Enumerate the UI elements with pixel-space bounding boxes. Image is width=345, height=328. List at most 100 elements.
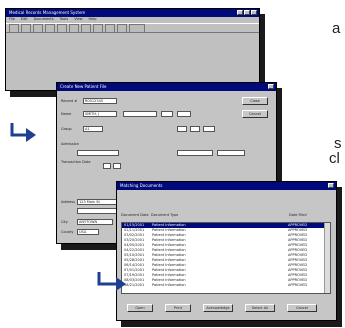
window-title: Matching Documents — [120, 183, 163, 188]
toolbar-button-9[interactable] — [105, 23, 115, 33]
toolbar-button-5[interactable] — [57, 23, 67, 33]
cell-filed: APPROVED — [288, 277, 308, 282]
trans-field-2[interactable] — [113, 163, 121, 169]
column-document-type[interactable]: Document Type — [151, 213, 178, 218]
cell-filed: APPROVED — [288, 282, 308, 287]
cell-filed: APPROVED — [288, 267, 308, 272]
menu-view[interactable]: View — [74, 18, 82, 22]
select-all-button[interactable]: Select All — [245, 304, 275, 312]
date-field-2[interactable] — [190, 126, 200, 132]
cell-type: Patient Information — [152, 232, 186, 237]
label-name: Name — [61, 112, 72, 116]
toolbar-button-10[interactable] — [117, 23, 127, 33]
cell-type: Patient Information — [152, 237, 186, 242]
open-button[interactable]: Open — [127, 304, 153, 312]
cell-filed: APPROVED — [288, 237, 308, 242]
cell-filed: APPROVED — [288, 272, 308, 277]
window-title: Medical Records Management System — [9, 10, 86, 15]
menu-file[interactable]: File — [9, 18, 15, 22]
title-bar: Matching Documents — [117, 182, 336, 190]
toolbar-button-2[interactable] — [21, 23, 31, 33]
cell-filed: APPROVED — [288, 232, 308, 237]
cell-type: Patient Information — [152, 227, 186, 232]
cell-filed: APPROVED — [288, 262, 308, 267]
menu-edit[interactable]: Edit — [21, 18, 28, 22]
column-document-date[interactable]: Document Date — [121, 213, 149, 218]
toolbar-button-6[interactable] — [69, 23, 79, 33]
cell-type: Patient Information — [152, 262, 186, 267]
cell-type: Patient Information — [152, 247, 186, 252]
maximize-icon[interactable] — [244, 10, 250, 15]
label-address: Address — [61, 200, 75, 204]
cell-type: Patient Information — [152, 252, 186, 257]
cell-type: Patient Information — [152, 257, 186, 262]
type-field[interactable] — [177, 150, 213, 156]
toolbar-button-3[interactable] — [33, 23, 43, 33]
cancel-button[interactable]: Cancel — [242, 110, 268, 118]
group-field[interactable]: A1 — [83, 126, 103, 132]
arrow-right-icon — [97, 272, 126, 291]
cell-type: Patient Information — [152, 267, 186, 272]
cell-type: Patient Information — [152, 272, 186, 277]
close-icon[interactable] — [268, 84, 274, 89]
toolbar-button-11[interactable] — [129, 23, 145, 33]
cell-date: 04/22/2001 — [124, 247, 145, 252]
column-date-filed[interactable]: Date Filed — [289, 213, 307, 218]
cell-date: 01/15/2001 — [124, 222, 145, 227]
label-county: County — [61, 230, 74, 234]
address-field-2[interactable] — [77, 208, 117, 214]
main-application-window: Medical Records Management System File E… — [5, 8, 260, 91]
toolbar-button-7[interactable] — [81, 23, 91, 33]
name-field[interactable]: SMITH, J — [83, 111, 117, 117]
cell-date: 03/02/2001 — [124, 232, 145, 237]
label-transaction: Transaction Date — [61, 160, 91, 164]
record-field[interactable]: R0012345 — [83, 98, 117, 104]
toolbar-button-1[interactable] — [9, 23, 19, 33]
cell-filed: APPROVED — [288, 242, 308, 247]
city-field[interactable]: ANYTOWN — [77, 219, 113, 225]
minimize-icon[interactable] — [237, 10, 243, 15]
suffix-field[interactable] — [177, 111, 191, 117]
arrow-right-icon — [10, 123, 36, 142]
cell-date: 05/10/2001 — [124, 252, 145, 257]
acknowledge-button[interactable]: Acknowledge — [203, 304, 233, 312]
admission-field[interactable] — [77, 150, 119, 156]
toolbar-button-4[interactable] — [45, 23, 55, 33]
cell-date: 03/20/2001 — [124, 237, 145, 242]
matching-documents-window: Matching Documents Document Date Documen… — [116, 181, 337, 321]
address-field[interactable]: 123 Main St — [77, 199, 117, 205]
edge-text-a: a — [332, 20, 341, 37]
close-button[interactable]: Close — [242, 97, 268, 105]
scrollbar[interactable] — [324, 223, 330, 293]
label-record: Record # — [61, 99, 78, 103]
column-headers: Document Date Document Type Date Filed — [121, 213, 332, 220]
date-field-1[interactable] — [177, 126, 187, 132]
document-list[interactable]: 01/15/2001 Patient Information APPROVED 02/… — [121, 222, 331, 294]
cell-date: 04/05/2001 — [124, 242, 145, 247]
cell-date: 06/14/2001 — [124, 262, 145, 267]
table-row[interactable]: 08/21/2001 Patient Information APPROVED — [122, 283, 330, 288]
county-field[interactable]: USA — [77, 229, 99, 235]
cancel-button[interactable]: Cancel — [287, 304, 317, 312]
trans-field-1[interactable] — [103, 163, 111, 169]
cell-filed: APPROVED — [288, 247, 308, 252]
middle-field[interactable] — [161, 111, 173, 117]
cell-type: Patient Information — [152, 242, 186, 247]
label-city: City — [61, 220, 68, 224]
menu-help[interactable]: Help — [89, 18, 97, 22]
cell-filed: APPROVED — [288, 257, 308, 262]
cell-filed: APPROVED — [288, 222, 308, 227]
cell-filed: APPROVED — [288, 252, 308, 257]
extra-field[interactable] — [217, 150, 245, 156]
close-icon[interactable] — [328, 183, 334, 188]
print-button[interactable]: Print — [165, 304, 191, 312]
toolbar-button-8[interactable] — [93, 23, 103, 33]
menu-documents[interactable]: Documents — [34, 18, 54, 22]
menu-tools[interactable]: Tools — [60, 18, 69, 22]
first-name-field[interactable] — [123, 111, 157, 117]
cell-date: 02/11/2001 — [124, 227, 145, 232]
cell-filed: APPROVED — [288, 227, 308, 232]
close-icon[interactable] — [251, 10, 257, 15]
date-field-3[interactable] — [203, 126, 215, 132]
window-title: Create New Patient File — [60, 84, 107, 89]
